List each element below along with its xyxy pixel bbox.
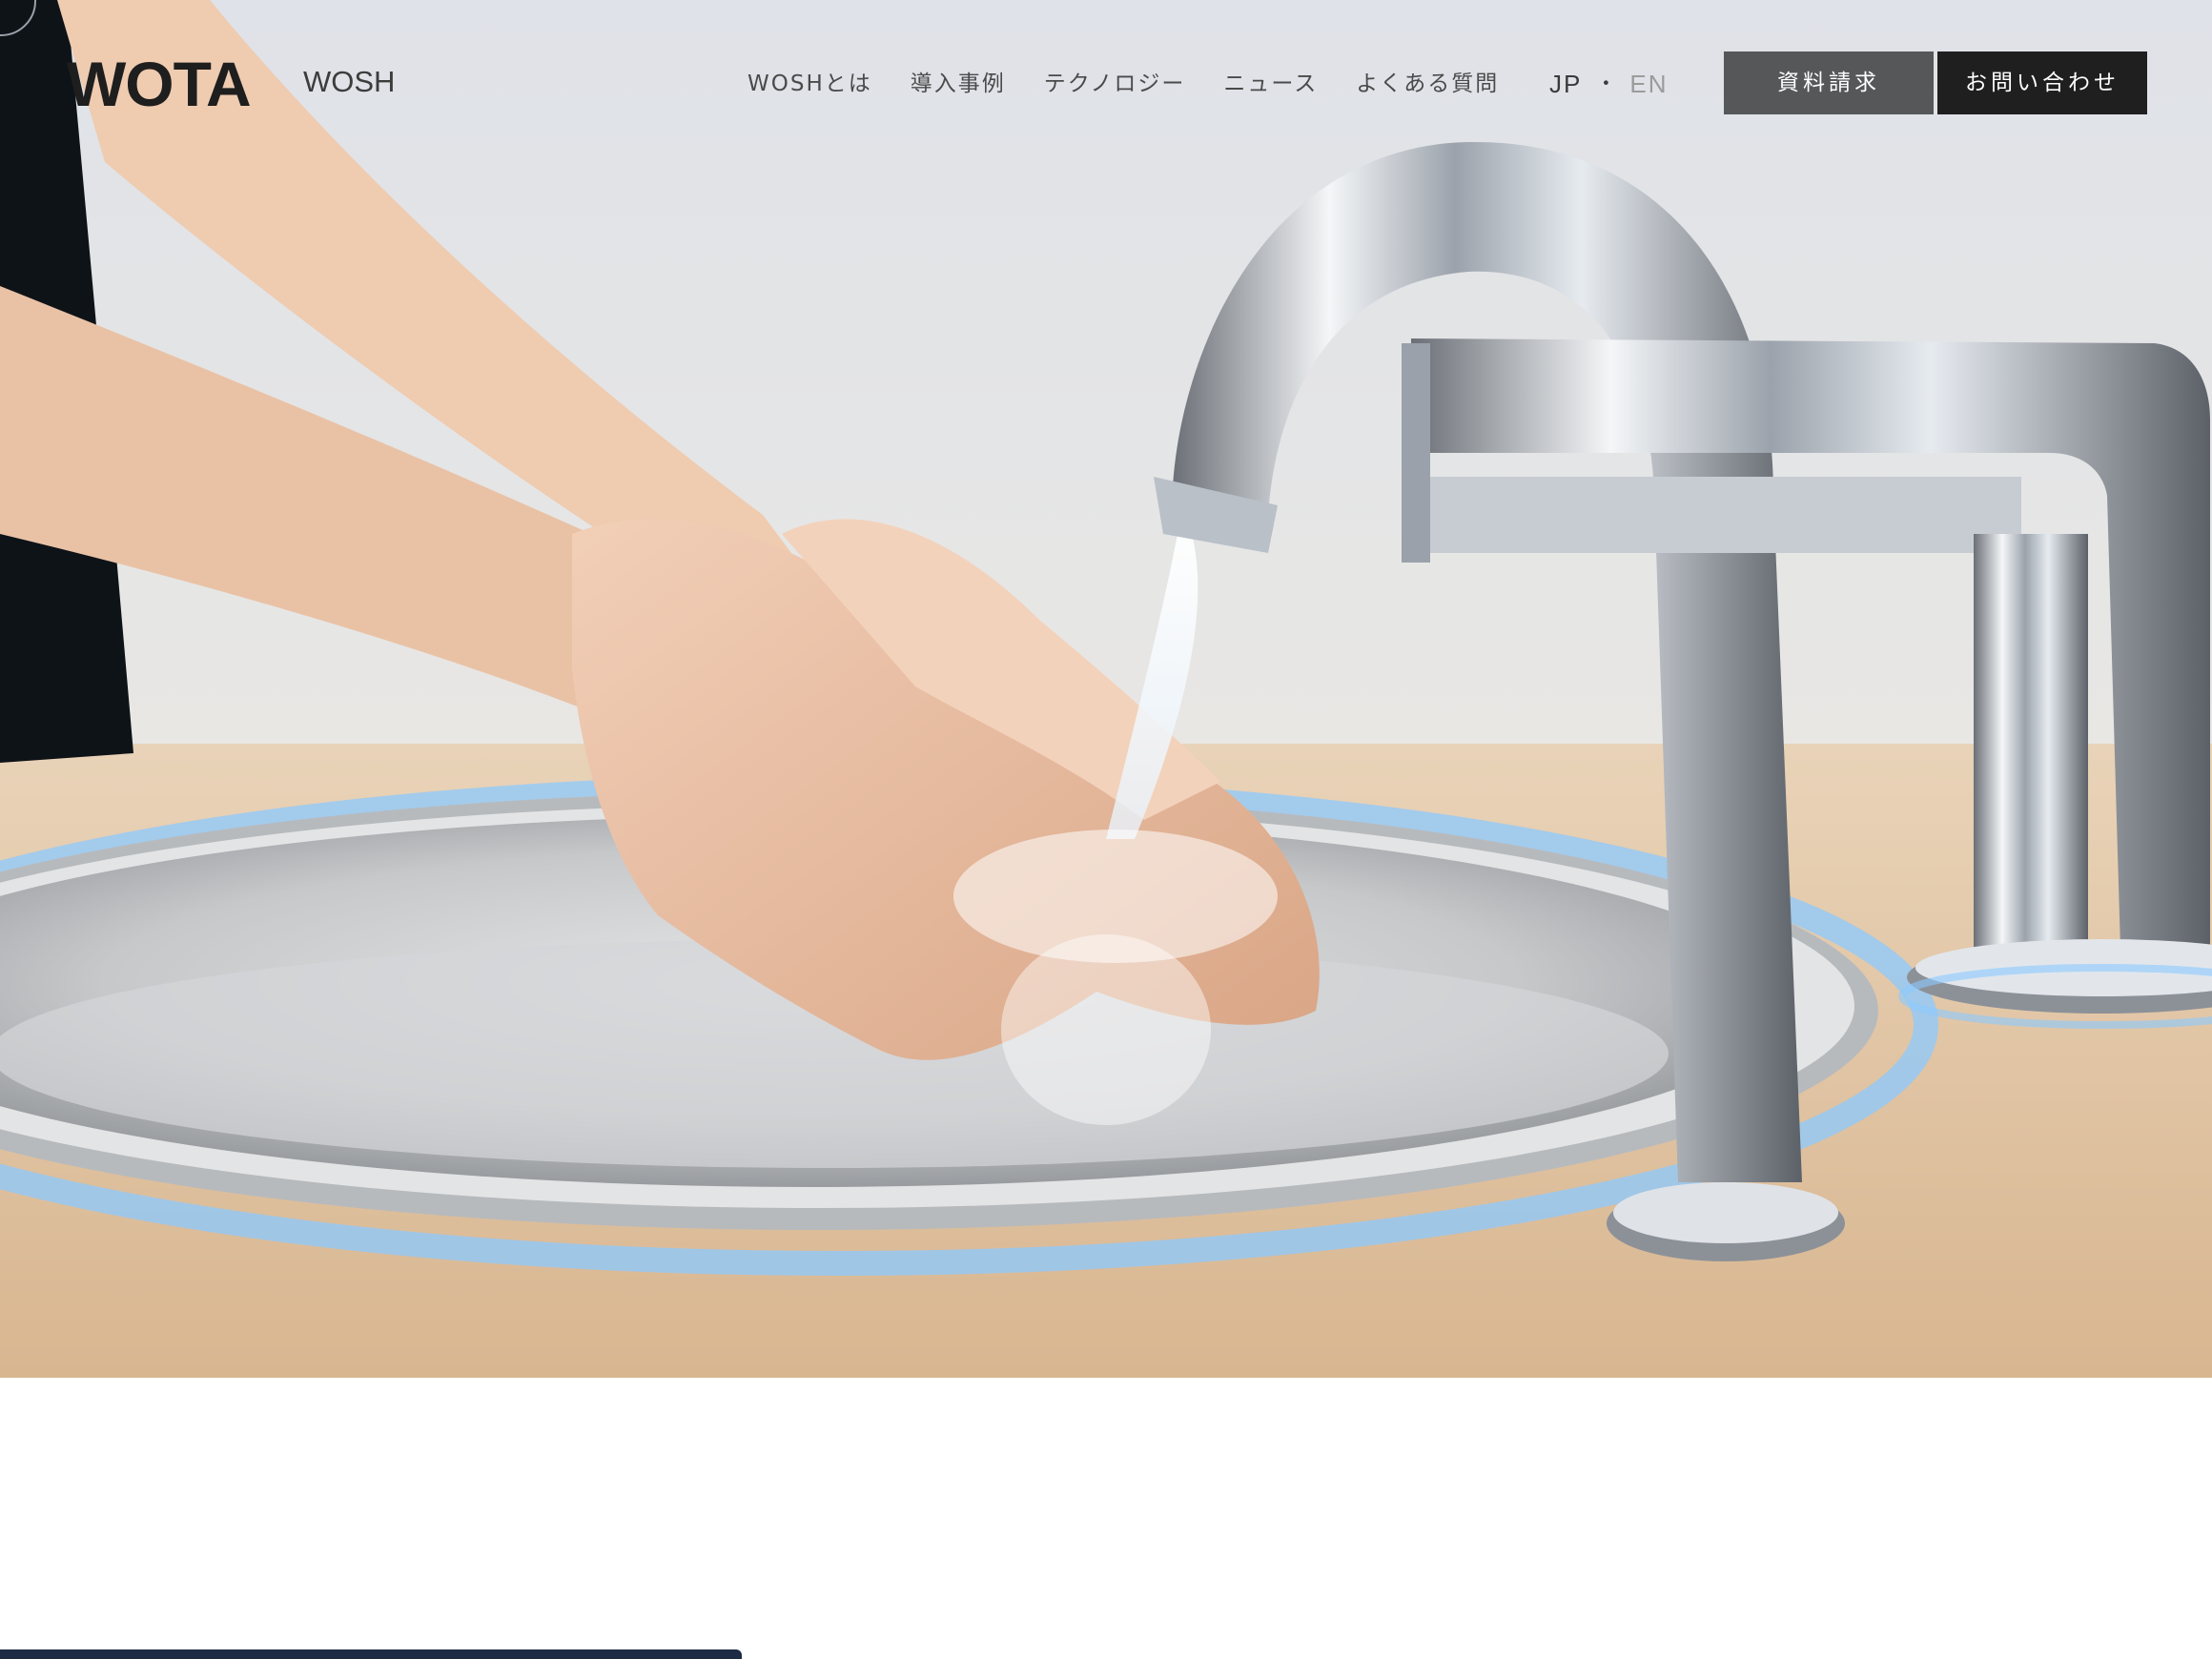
page: WOTA WOSH WOSHとは 導入事例 テクノロジー ニュース よくある質問…	[0, 0, 2212, 1659]
main-nav: WOSHとは 導入事例 テクノロジー ニュース よくある質問	[748, 65, 1537, 103]
wota-logo[interactable]: WOTA	[67, 48, 252, 120]
request-materials-button[interactable]: 資料請求	[1724, 51, 1934, 114]
lang-separator: ・	[1595, 72, 1617, 95]
site-header: WOTA WOSH WOSHとは 導入事例 テクノロジー ニュース よくある質問…	[0, 0, 2212, 167]
language-switcher: JP ・ EN	[1549, 65, 1668, 103]
nav-item-technology[interactable]: テクノロジー	[1044, 65, 1186, 103]
nav-item-case-studies[interactable]: 導入事例	[911, 65, 1006, 103]
bottom-banner-edge[interactable]	[0, 1649, 742, 1659]
nav-item-about-wosh[interactable]: WOSHとは	[748, 65, 872, 103]
nav-item-news[interactable]: ニュース	[1223, 65, 1318, 103]
circle-mark-icon[interactable]	[0, 0, 36, 36]
lang-jp-link[interactable]: JP	[1549, 65, 1582, 103]
lang-en-link[interactable]: EN	[1629, 65, 1668, 103]
nav-item-faq[interactable]: よくある質問	[1356, 65, 1499, 103]
hero-image	[0, 0, 2212, 1378]
product-name[interactable]: WOSH	[303, 63, 395, 101]
hero-illustration	[0, 0, 2212, 1378]
contact-button[interactable]: お問い合わせ	[1937, 51, 2147, 114]
